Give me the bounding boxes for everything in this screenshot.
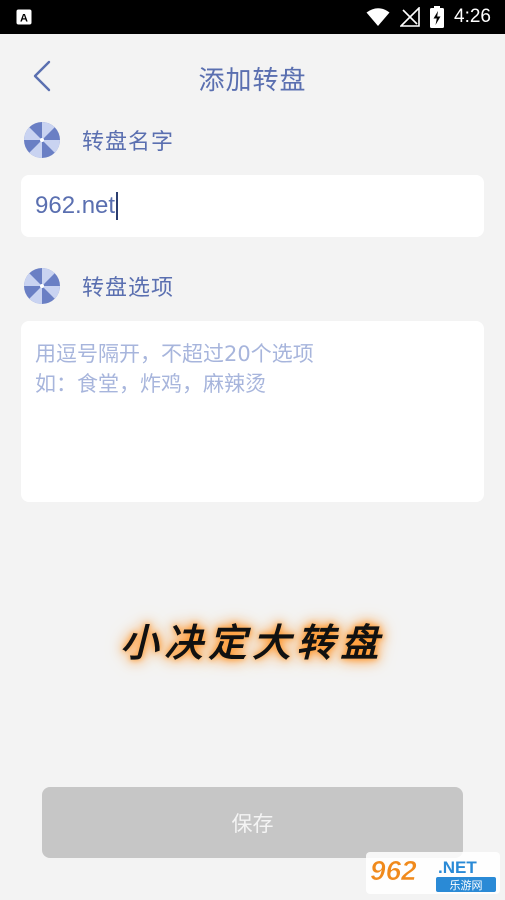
status-left: A <box>16 9 32 25</box>
status-bar: A 4:26 <box>0 0 505 34</box>
text-caret <box>116 192 119 220</box>
page-title: 添加转盘 <box>198 66 307 96</box>
status-time: 4:26 <box>454 6 491 27</box>
status-right: 4:26 <box>366 6 491 28</box>
watermark-domain-text: .NET <box>438 858 477 877</box>
name-section-text: 转盘名字 <box>82 130 175 155</box>
signal-icon <box>400 7 420 27</box>
save-button[interactable]: 保存 <box>42 787 463 858</box>
wheel-name-value: 962.net <box>35 192 116 219</box>
battery-charging-icon <box>430 6 445 28</box>
brand-slogan: 小决定大转盘 <box>120 620 385 665</box>
wheel-options-textarea[interactable]: 用逗号隔开，不超过20个选项 如：食堂，炸鸡，麻辣烫 <box>21 321 484 502</box>
name-section-label: 转盘名字 <box>24 120 174 160</box>
watermark-subtitle-text: 乐游网 <box>450 879 483 892</box>
options-section-label: 转盘选项 <box>24 266 174 306</box>
svg-text:A: A <box>20 13 28 25</box>
header: 添加转盘 <box>0 34 505 118</box>
wheel-name-input[interactable]: 962.net <box>21 175 484 237</box>
options-section-text: 转盘选项 <box>82 276 175 301</box>
wheel-icon <box>24 268 60 304</box>
options-placeholder-line-2: 如：食堂，炸鸡，麻辣烫 <box>35 372 266 396</box>
app-notification-icon: A <box>16 9 32 25</box>
wheel-icon <box>24 122 60 158</box>
watermark-logo: 962 .NET 乐游网 <box>366 850 500 896</box>
options-placeholder-line-1: 用逗号隔开，不超过20个选项 <box>35 342 314 366</box>
watermark-logo-text: 962 <box>370 855 417 886</box>
wifi-icon <box>366 7 390 27</box>
